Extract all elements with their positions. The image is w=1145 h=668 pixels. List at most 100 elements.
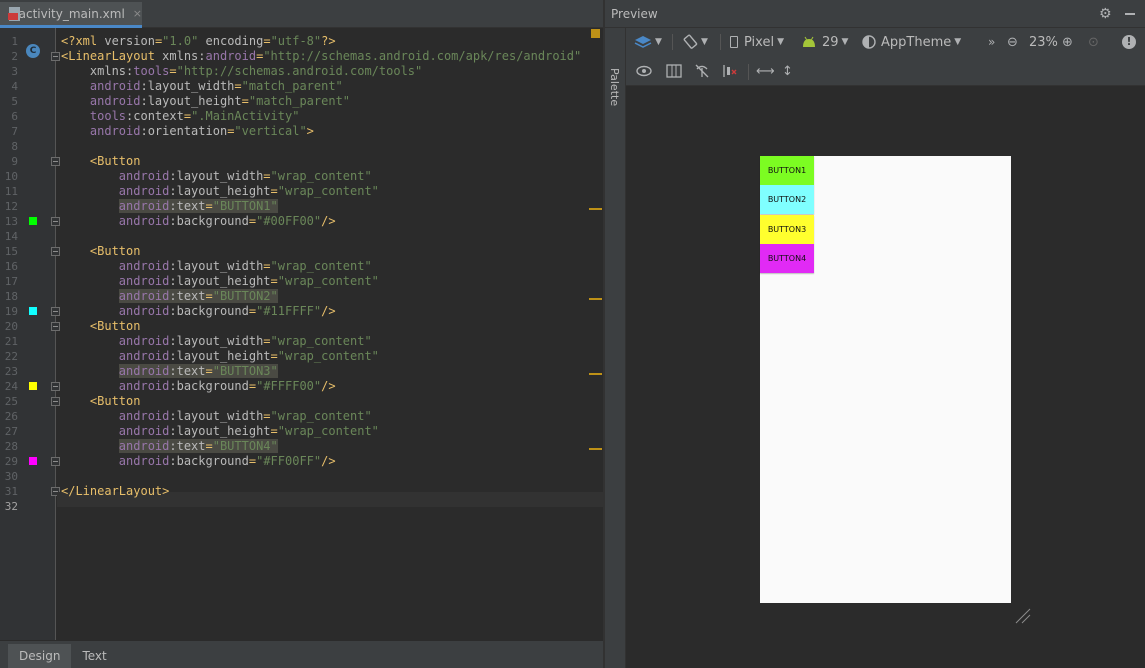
preview-title: Preview: [611, 7, 658, 21]
line-number: 18: [4, 290, 18, 303]
file-tab-label: activity_main.xml: [18, 6, 125, 21]
stripe-mark[interactable]: [589, 208, 602, 210]
line-number: 1: [11, 35, 18, 48]
blueprint-icon[interactable]: [666, 57, 682, 85]
tab-design[interactable]: Design: [8, 644, 72, 668]
code-line: <Button: [61, 394, 141, 408]
eye-icon[interactable]: [636, 57, 652, 85]
more-actions-icon[interactable]: »: [988, 28, 995, 56]
resize-handle-icon[interactable]: [1013, 606, 1033, 626]
line-number: 17: [4, 275, 18, 288]
line-number: 22: [4, 350, 18, 363]
line-number: 20: [4, 320, 18, 333]
stripe-mark[interactable]: [589, 298, 602, 300]
zoom-level: 23%: [1029, 34, 1058, 50]
code-line: android:layout_width="wrap_content": [61, 259, 372, 273]
layers-icon: [634, 36, 652, 48]
issues-icon[interactable]: !: [1122, 28, 1136, 56]
android-icon: [803, 36, 815, 47]
preview-button2[interactable]: BUTTON2: [760, 185, 814, 215]
file-tab[interactable]: activity_main.xml ×: [0, 2, 142, 28]
preview-button1[interactable]: BUTTON1: [760, 156, 814, 185]
color-swatch-icon[interactable]: [29, 307, 37, 315]
api-dropdown[interactable]: 29 ▼: [802, 28, 848, 56]
preview-header: Preview ⚙: [605, 0, 1145, 28]
preview-button4[interactable]: BUTTON4: [760, 243, 814, 273]
code-line: <Button: [61, 244, 141, 258]
xml-file-icon: [8, 6, 20, 21]
line-number: 9: [11, 155, 18, 168]
code-line: android:orientation="vertical">: [61, 124, 314, 138]
line-number: 32: [4, 500, 18, 513]
layers-dropdown[interactable]: ▼: [634, 28, 662, 56]
orientation-dropdown[interactable]: ▼: [682, 28, 708, 56]
line-number: 27: [4, 425, 18, 438]
line-number: 8: [11, 140, 18, 153]
autoconnect-off-icon[interactable]: [694, 57, 710, 85]
code-line: android:background="#11FFFF"/>: [61, 304, 336, 318]
preview-toolbar: ▼ ▼ Pixel ▼ 29 ▼ AppTheme ▼ » ⊖ 23% ⊕ ⊙ …: [626, 28, 1145, 56]
code-line: android:layout_height="wrap_content": [61, 184, 379, 198]
code-line: android:layout_height="wrap_content": [61, 424, 379, 438]
code-line: </LinearLayout>: [61, 484, 170, 498]
clear-constraints-icon[interactable]: [722, 57, 738, 85]
expand-vertical-icon[interactable]: ↕: [782, 57, 793, 85]
close-tab-icon[interactable]: ×: [133, 7, 142, 20]
code-line: android:layout_height="match_parent": [61, 94, 351, 108]
api-label: 29: [822, 34, 839, 50]
line-number: 28: [4, 440, 18, 453]
line-number: 7: [11, 125, 18, 138]
code-line: <Button: [61, 319, 141, 333]
color-swatch-icon[interactable]: [29, 217, 37, 225]
line-number: 30: [4, 470, 18, 483]
theme-dropdown[interactable]: AppTheme ▼: [862, 28, 961, 56]
code-line: android:layout_width="match_parent": [61, 79, 343, 93]
phone-icon: [730, 36, 738, 48]
device-dropdown[interactable]: Pixel ▼: [730, 28, 784, 56]
code-line: android:layout_height="wrap_content": [61, 349, 379, 363]
rotate-icon: [683, 34, 698, 49]
line-number: 23: [4, 365, 18, 378]
tab-text[interactable]: Text: [71, 644, 117, 668]
expand-horizontal-icon[interactable]: ⟷: [756, 57, 775, 85]
line-number: 31: [4, 485, 18, 498]
android-studio-window: activity_main.xml × C 1 2 3 4 5 6 7 8 9 10 11 12 13 1…: [0, 0, 1145, 668]
palette-tab[interactable]: Palette: [608, 68, 621, 106]
warning-status-icon[interactable]: [591, 29, 600, 38]
color-swatch-icon[interactable]: [29, 457, 37, 465]
color-swatch-icon[interactable]: [29, 382, 37, 390]
stripe-mark[interactable]: [589, 448, 602, 450]
preview-secondary-toolbar: ⟷ ↕: [626, 56, 1145, 86]
line-number: 11: [4, 185, 18, 198]
zoom-fit-icon[interactable]: ⊙: [1088, 28, 1099, 56]
line-number: 21: [4, 335, 18, 348]
code-line: android:text="BUTTON2": [118, 289, 278, 303]
code-line: android:background="#00FF00"/>: [61, 214, 336, 228]
line-number: 13: [4, 215, 18, 228]
zoom-in-icon[interactable]: ⊕: [1062, 28, 1073, 56]
theme-label: AppTheme: [881, 34, 952, 50]
gear-icon[interactable]: ⚙: [1099, 6, 1112, 22]
design-canvas[interactable]: BUTTON1 BUTTON2 BUTTON3 BUTTON4: [626, 86, 1145, 668]
preview-button3[interactable]: BUTTON3: [760, 214, 814, 244]
code-line: <?xml version="1.0" encoding="utf-8"?>: [61, 34, 336, 48]
minimize-icon[interactable]: [1125, 13, 1135, 15]
editor-tab-bar: activity_main.xml ×: [0, 0, 603, 28]
code-editor[interactable]: <?xml version="1.0" encoding="utf-8"?> <L…: [57, 28, 603, 640]
class-badge-icon: C: [26, 44, 40, 58]
code-line: <LinearLayout xmlns:android="http://sche…: [61, 49, 582, 63]
line-number: 25: [4, 395, 18, 408]
line-number: 26: [4, 410, 18, 423]
line-number: 3: [11, 65, 18, 78]
code-line: android:text="BUTTON4": [118, 439, 278, 453]
stripe-mark[interactable]: [589, 373, 602, 375]
zoom-out-icon[interactable]: ⊖: [1007, 28, 1018, 56]
line-number: 29: [4, 455, 18, 468]
code-line: android:layout_width="wrap_content": [61, 409, 372, 423]
line-number: 12: [4, 200, 18, 213]
device-screen: BUTTON1 BUTTON2 BUTTON3 BUTTON4: [760, 156, 1011, 603]
palette-strip: Palette: [605, 28, 626, 668]
line-number: 24: [4, 380, 18, 393]
theme-icon: [862, 35, 876, 49]
preview-pane: Preview ⚙ Palette ▼ ▼ Pixel ▼ 29 ▼ AppTh…: [605, 0, 1145, 668]
